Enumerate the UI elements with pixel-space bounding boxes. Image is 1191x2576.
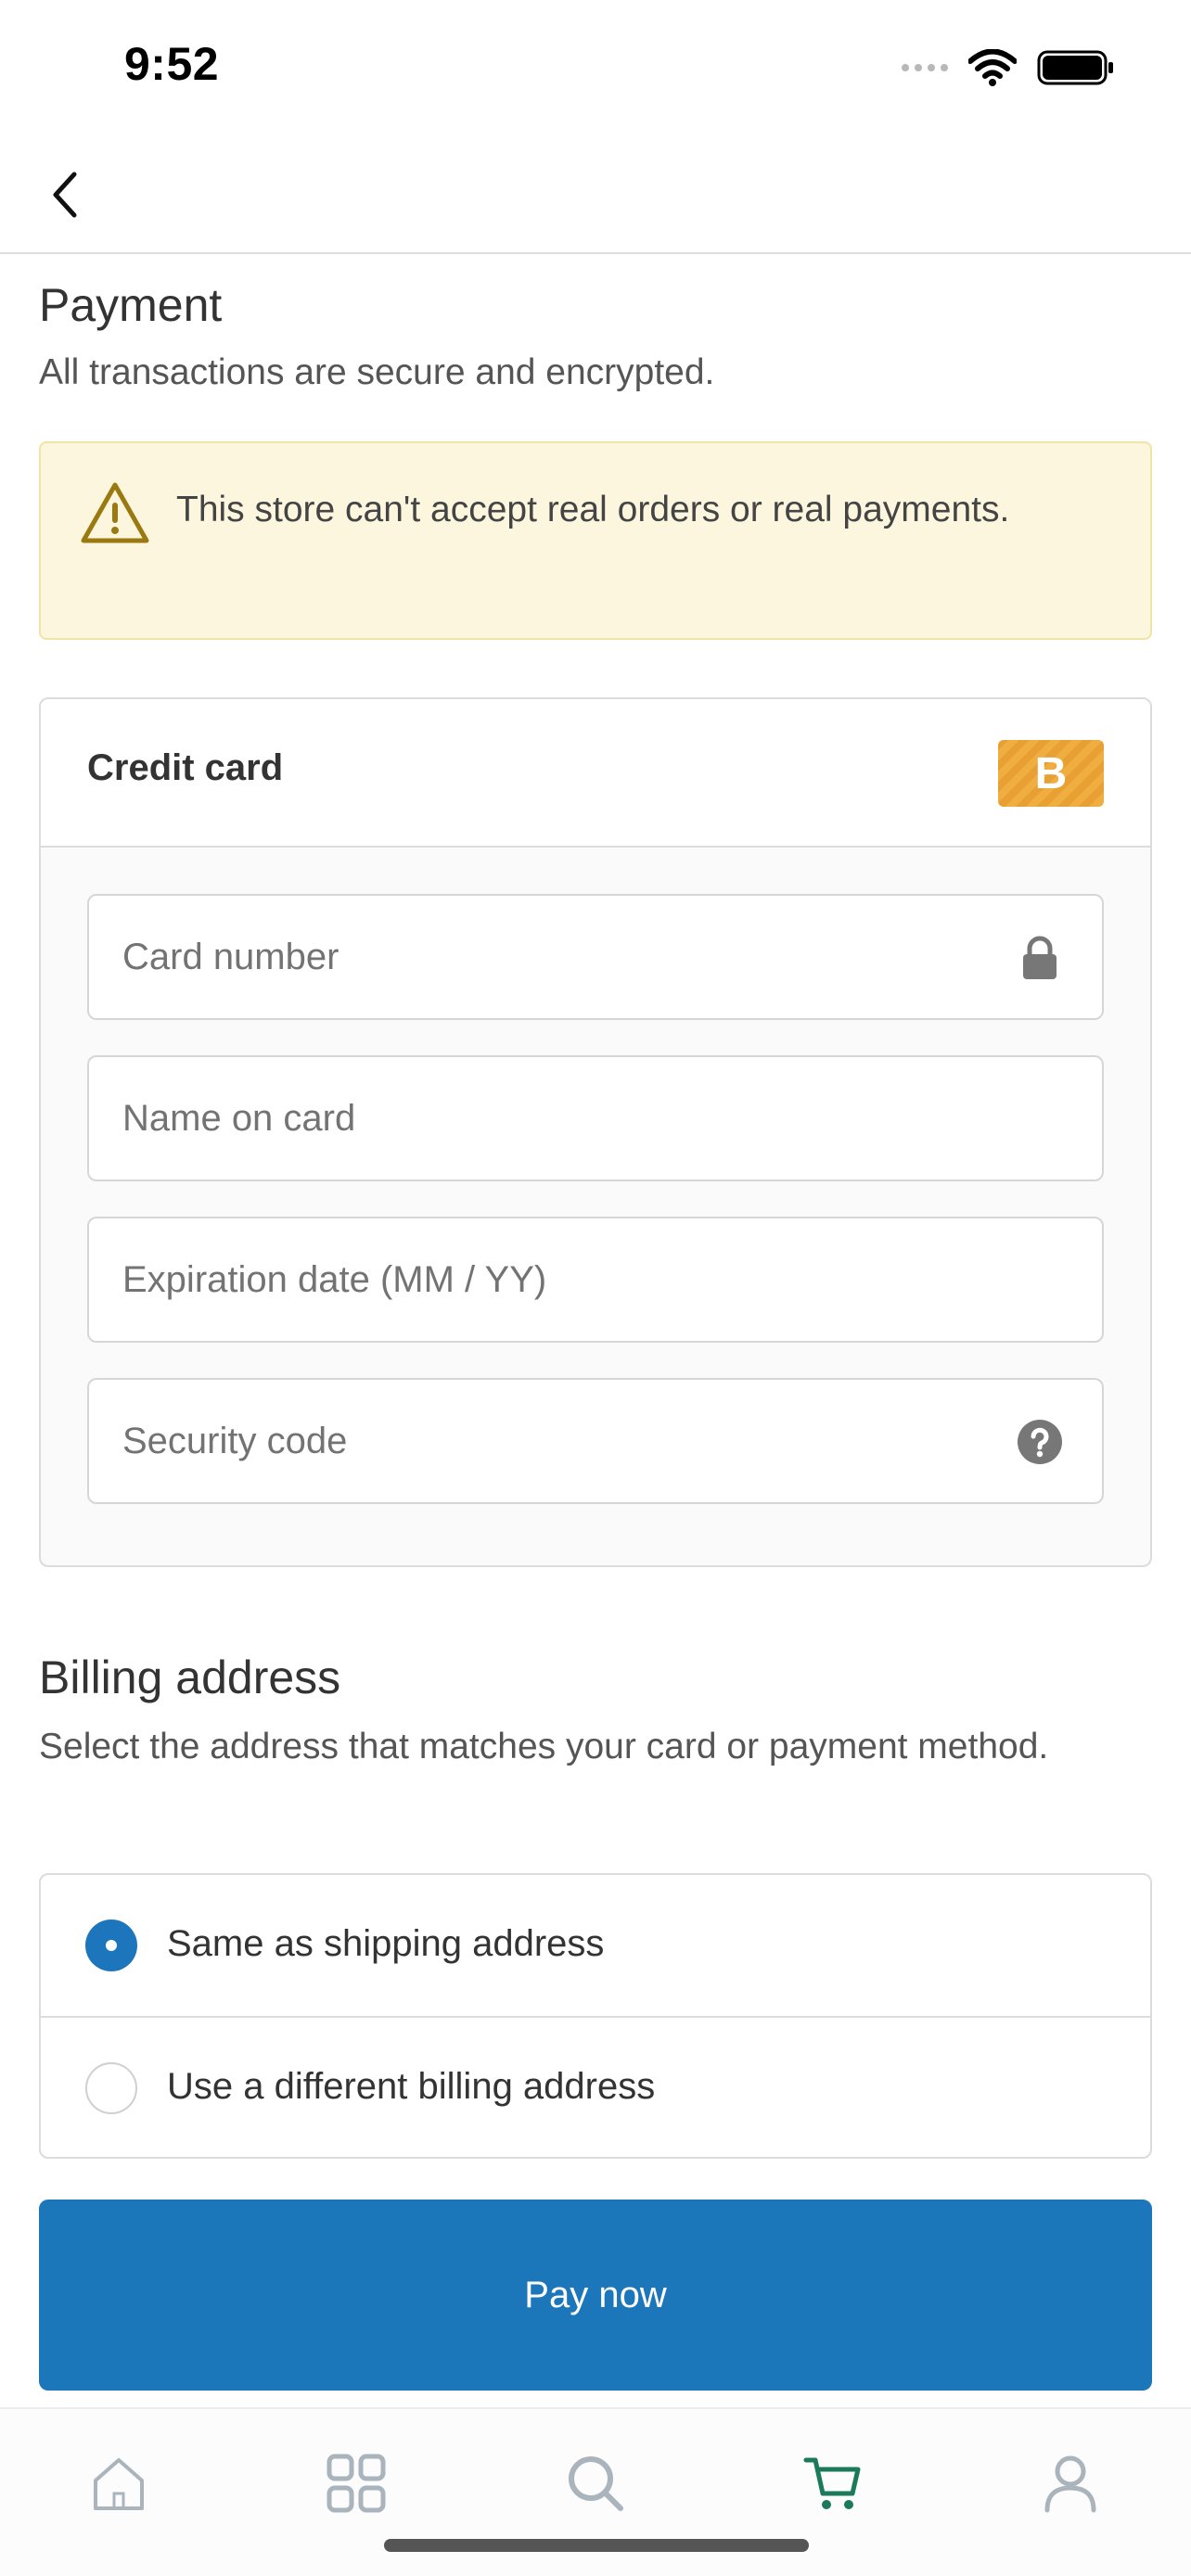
status-icons xyxy=(902,46,1115,89)
billing-option-label: Same as shipping address xyxy=(167,1923,605,1964)
tab-cart[interactable] xyxy=(787,2437,879,2530)
nav-bar xyxy=(0,130,1191,254)
payment-title: Payment xyxy=(39,279,223,331)
tab-home[interactable] xyxy=(72,2437,165,2530)
radio-selected[interactable] xyxy=(85,1919,137,1971)
card-number-input[interactable] xyxy=(89,896,1102,1018)
billing-options: Same as shipping address Use a different… xyxy=(39,1873,1152,2159)
pay-now-button[interactable]: Pay now xyxy=(39,2200,1152,2391)
credit-card-panel: Credit card B xyxy=(39,697,1152,1567)
billing-option-label: Use a different billing address xyxy=(167,2066,656,2107)
security-code-input[interactable] xyxy=(89,1380,1102,1502)
lock-icon xyxy=(1017,933,1063,983)
signal-icon xyxy=(902,64,948,71)
search-icon xyxy=(569,2456,623,2511)
tab-catalog[interactable] xyxy=(310,2437,403,2530)
home-indicator xyxy=(384,2539,809,2552)
status-time: 9:52 xyxy=(124,38,220,90)
credit-card-title: Credit card xyxy=(87,747,284,788)
credit-card-header[interactable]: Credit card B xyxy=(41,699,1150,848)
card-number-field[interactable] xyxy=(87,894,1104,1020)
help-icon[interactable] xyxy=(1017,1417,1063,1467)
grid-icon xyxy=(327,2454,386,2513)
tab-search[interactable] xyxy=(549,2437,642,2530)
battery-icon xyxy=(1037,50,1113,85)
home-icon xyxy=(94,2458,144,2510)
test-mode-notice: This store can't accept real orders or r… xyxy=(39,441,1152,640)
wifi-icon xyxy=(968,49,1017,86)
expiration-date-field[interactable] xyxy=(87,1217,1104,1343)
status-bar: 9:52 xyxy=(0,0,1191,130)
back-button[interactable] xyxy=(28,158,102,232)
account-icon xyxy=(1044,2455,1096,2513)
billing-option-same[interactable]: Same as shipping address xyxy=(41,1875,1150,2016)
billing-option-different[interactable]: Use a different billing address xyxy=(41,2016,1150,2157)
name-on-card-field[interactable] xyxy=(87,1055,1104,1181)
chevron-left-icon xyxy=(53,172,77,218)
card-brand-badge: B xyxy=(998,740,1104,807)
notice-text: This store can't accept real orders or r… xyxy=(176,490,1010,529)
security-code-field[interactable] xyxy=(87,1378,1104,1504)
expiration-date-input[interactable] xyxy=(89,1218,1102,1341)
billing-title: Billing address xyxy=(39,1651,341,1703)
name-on-card-input[interactable] xyxy=(89,1057,1102,1180)
payment-subtitle: All transactions are secure and encrypte… xyxy=(39,352,715,392)
tab-account[interactable] xyxy=(1024,2437,1117,2530)
radio-unselected[interactable] xyxy=(85,2062,137,2114)
warning-icon xyxy=(81,482,149,543)
cart-icon xyxy=(803,2457,861,2509)
billing-subtitle: Select the address that matches your car… xyxy=(39,1727,1049,1766)
